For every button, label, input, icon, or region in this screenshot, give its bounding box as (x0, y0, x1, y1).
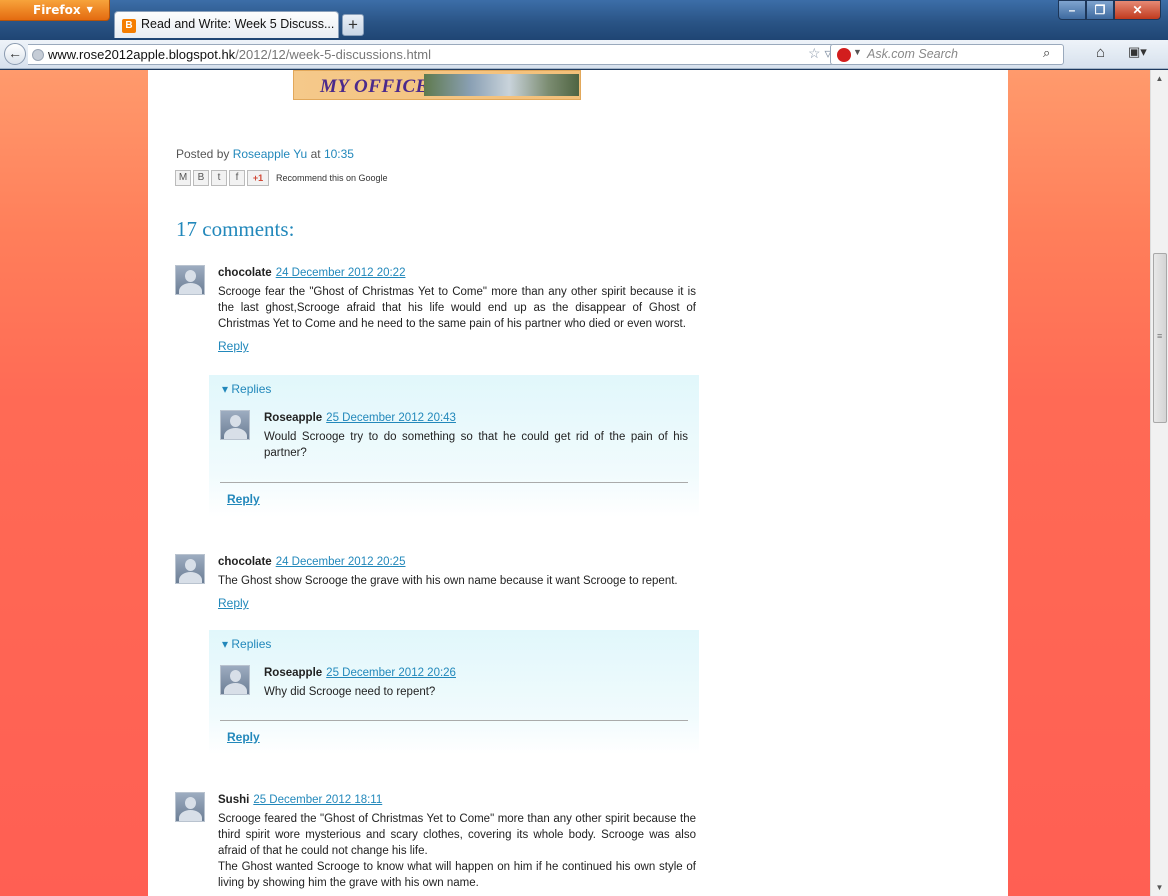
office-photo (424, 74, 579, 96)
caret-down-icon: ▾ (222, 637, 229, 651)
search-placeholder: Ask.com Search (867, 47, 959, 61)
comment-date-link[interactable]: 25 December 2012 20:43 (326, 412, 456, 424)
avatar[interactable] (175, 554, 205, 584)
firefox-menu-label: Firefox (33, 3, 81, 17)
url-bar[interactable]: www.rose2012apple.blogspot.hk/2012/12/we… (28, 44, 834, 65)
post-time-link[interactable]: 10:35 (324, 147, 354, 161)
avatar[interactable] (220, 665, 250, 695)
search-icon[interactable]: ⌕ (1043, 45, 1050, 61)
back-arrow-icon[interactable]: ← (4, 43, 26, 65)
comment-author[interactable]: Roseapple (264, 667, 322, 679)
vertical-scrollbar[interactable]: ▲ ≡ ▼ (1150, 70, 1168, 896)
posted-by-label: Posted by (176, 147, 230, 161)
minimize-icon[interactable]: – (1058, 0, 1086, 20)
facebook-icon[interactable]: f (229, 170, 245, 186)
tab-title: Read and Write: Week 5 Discuss... (141, 17, 335, 31)
blogthis-icon[interactable]: B (193, 170, 209, 186)
recommend-google-label: Recommend this on Google (276, 173, 388, 183)
globe-icon (32, 49, 44, 61)
chevron-down-icon[interactable]: ▼ (853, 47, 862, 57)
divider (220, 720, 688, 721)
office-banner-image: MY OFFICE (293, 70, 581, 100)
twitter-icon[interactable]: t (211, 170, 227, 186)
comment-text: Scrooge fear the "Ghost of Christmas Yet… (218, 286, 696, 330)
comment-date-link[interactable]: 24 December 2012 20:25 (276, 556, 406, 568)
comment-author[interactable]: Sushi (218, 794, 249, 806)
comment-text: The Ghost show Scrooge the grave with hi… (218, 575, 678, 587)
post-author-link[interactable]: Roseapple Yu (233, 147, 308, 161)
avatar[interactable] (220, 410, 250, 440)
comment-author[interactable]: chocolate (218, 267, 272, 279)
at-label: at (310, 147, 321, 161)
comment-text: Scrooge feared the "Ghost of Christmas Y… (218, 813, 696, 857)
ask-logo-icon (837, 48, 851, 62)
banner-text: MY OFFICE (320, 76, 429, 97)
window-controls: – ❐ ✕ (1058, 0, 1161, 20)
grip-icon: ≡ (1157, 331, 1163, 341)
post-footer: Posted by Roseapple Yu at 10:35 (176, 147, 354, 161)
replies-toggle-label: Replies (231, 382, 272, 396)
scrollbar-thumb[interactable]: ≡ (1153, 253, 1167, 423)
firefox-menu-button[interactable]: Firefox ▼ (0, 0, 110, 21)
scroll-up-arrow-icon[interactable]: ▲ (1151, 70, 1168, 87)
new-tab-button[interactable]: + (342, 14, 364, 36)
bookmark-star-icon[interactable]: ☆ ▿ (808, 45, 831, 62)
email-icon[interactable]: M (175, 170, 191, 186)
comment-text: Why did Scrooge need to repent? (264, 686, 436, 698)
comment-body: chocolate 24 December 2012 20:22 Scrooge … (218, 265, 696, 353)
comment-text: Would Scrooge try to do something so tha… (264, 431, 688, 459)
comment-body: chocolate 24 December 2012 20:25 The Ghos… (218, 554, 696, 610)
bookmarks-icon[interactable]: ▣▾ (1128, 44, 1147, 60)
url-host: www.rose2012apple.blogspot.hk (48, 47, 236, 62)
reply-button[interactable]: Reply (227, 730, 260, 744)
comment-date-link[interactable]: 25 December 2012 18:11 (253, 794, 382, 806)
comment-body: Roseapple 25 December 2012 20:26 Why did … (264, 665, 688, 700)
reply-button[interactable]: Reply (227, 492, 260, 506)
page-background: MY OFFICE Posted by Roseapple Yu at 10:3… (0, 70, 1150, 896)
blog-content: MY OFFICE Posted by Roseapple Yu at 10:3… (148, 70, 1008, 896)
avatar[interactable] (175, 792, 205, 822)
comment-body: Roseapple 25 December 2012 20:43 Would Sc… (264, 410, 688, 461)
close-icon[interactable]: ✕ (1114, 0, 1161, 20)
comment-author[interactable]: chocolate (218, 556, 272, 568)
google-plus-one-button[interactable]: +1 (247, 170, 269, 186)
reply-link[interactable]: Reply (218, 339, 696, 353)
comment-body: Sushi 25 December 2012 18:11 Scrooge fear… (218, 792, 696, 891)
avatar[interactable] (175, 265, 205, 295)
replies-toggle-label: Replies (231, 637, 272, 651)
blogger-icon: B (122, 19, 136, 33)
home-icon[interactable]: ⌂ (1096, 44, 1105, 61)
url-path: /2012/12/week-5-discussions.html (235, 47, 432, 62)
title-bar: Firefox ▼ B Read and Write: Week 5 Discus… (0, 0, 1168, 40)
navigation-bar: ← www.rose2012apple.blogspot.hk/2012/12/… (0, 40, 1168, 69)
comment-author[interactable]: Roseapple (264, 412, 322, 424)
replies-toggle[interactable]: ▾ Replies (222, 637, 271, 651)
share-buttons: M B t f +1 Recommend this on Google (175, 170, 388, 186)
comment-date-link[interactable]: 24 December 2012 20:22 (276, 267, 406, 279)
tab-active[interactable]: B Read and Write: Week 5 Discuss... (114, 11, 339, 38)
scroll-down-arrow-icon[interactable]: ▼ (1151, 879, 1168, 896)
replies-thread: ▾ Replies Roseapple 25 December 2012 20:2… (209, 630, 699, 754)
restore-icon[interactable]: ❐ (1086, 0, 1114, 20)
replies-toggle[interactable]: ▾ Replies (222, 382, 271, 396)
chevron-down-icon: ▼ (86, 5, 93, 14)
caret-down-icon: ▾ (222, 382, 229, 396)
search-input[interactable]: ▼ Ask.com Search (830, 44, 1064, 65)
comments-heading: 17 comments: (176, 217, 295, 241)
replies-thread: ▾ Replies Roseapple 25 December 2012 20:4… (209, 375, 699, 517)
comment-text: The Ghost wanted Scrooge to know what wi… (218, 861, 696, 889)
comment-date-link[interactable]: 25 December 2012 20:26 (326, 667, 456, 679)
reply-link[interactable]: Reply (218, 596, 696, 610)
divider (220, 482, 688, 483)
